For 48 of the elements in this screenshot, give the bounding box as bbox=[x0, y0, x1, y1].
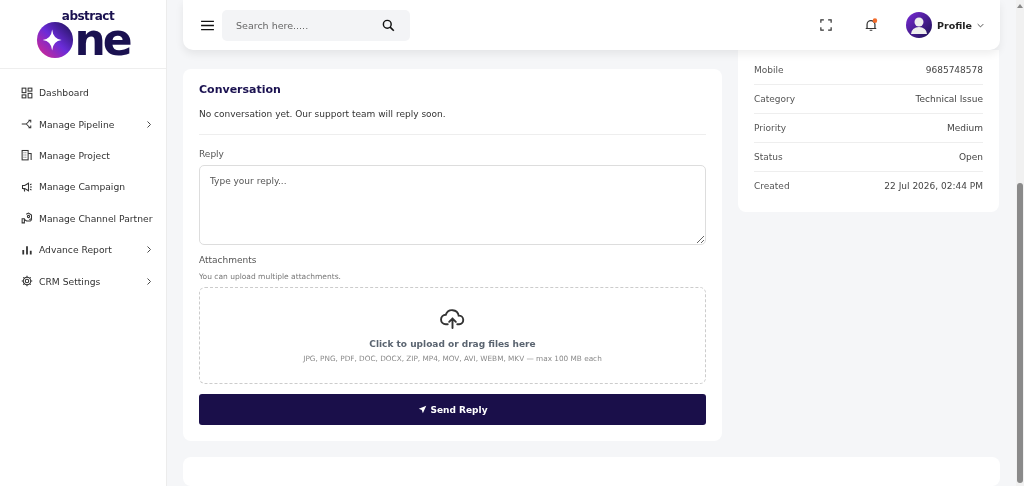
detail-label: Status bbox=[754, 152, 783, 162]
grid-icon bbox=[21, 86, 33, 99]
detail-value: Medium bbox=[947, 123, 983, 133]
settings-icon bbox=[21, 275, 33, 288]
sidebar-item[interactable]: Manage Campaign bbox=[0, 171, 166, 203]
chevron-right-icon bbox=[146, 276, 152, 286]
sidebar-item[interactable]: Manage Channel Partner bbox=[0, 202, 166, 234]
bell-icon[interactable] bbox=[864, 18, 879, 32]
logo-text: ne bbox=[74, 20, 130, 60]
detail-value: 9685748578 bbox=[925, 65, 983, 75]
detail-label: Created bbox=[754, 181, 790, 191]
send-icon bbox=[417, 405, 427, 414]
field-label: Reply bbox=[199, 149, 225, 159]
chevron-right-icon bbox=[146, 245, 152, 255]
cloud-upload-icon bbox=[440, 308, 465, 329]
detail-value: Technical Issue bbox=[915, 94, 983, 104]
upload-title: Click to upload or drag files here bbox=[369, 339, 536, 349]
search-field[interactable]: Search here..... bbox=[222, 9, 410, 41]
field-label: Attachments bbox=[199, 255, 258, 265]
search-icon[interactable] bbox=[382, 18, 395, 32]
fullscreen-icon[interactable] bbox=[820, 19, 833, 31]
scroll-thumb[interactable] bbox=[1017, 183, 1023, 483]
chevron-down-icon bbox=[977, 22, 984, 28]
bar-chart-icon bbox=[21, 243, 33, 256]
sidebar-item[interactable]: Advance Report bbox=[0, 233, 166, 266]
avatar-icon bbox=[906, 12, 933, 38]
building-icon bbox=[21, 149, 33, 162]
send-reply-button[interactable]: Send Reply bbox=[199, 394, 706, 425]
detail-value: 22 Jul 2026, 02:44 PM bbox=[884, 181, 983, 191]
sidebar-item[interactable]: Dashboard bbox=[0, 77, 166, 109]
detail-label: Mobile bbox=[754, 65, 784, 75]
sidebar-item[interactable]: CRM Settings bbox=[0, 265, 166, 297]
profile-menu[interactable]: Profile bbox=[906, 12, 984, 38]
branch-icon bbox=[21, 118, 33, 131]
chevron-right-icon bbox=[146, 119, 152, 129]
empty-message: No conversation yet. Our support team will reply soon. bbox=[199, 109, 447, 119]
scrollbar[interactable] bbox=[1016, 0, 1024, 486]
megaphone-icon bbox=[21, 180, 33, 193]
detail-label: Priority bbox=[754, 123, 787, 133]
reply-field[interactable]: Type your reply... bbox=[199, 165, 706, 245]
sidebar-item[interactable]: Manage Pipeline bbox=[0, 108, 166, 140]
detail-value: Open bbox=[958, 152, 983, 162]
menu-icon[interactable] bbox=[201, 19, 214, 31]
card-title: Conversation bbox=[199, 83, 282, 96]
scroll-up-icon[interactable] bbox=[1017, 4, 1023, 8]
sidebar-item[interactable]: Manage Project bbox=[0, 139, 166, 172]
detail-label: Category bbox=[754, 94, 796, 104]
logo-text: abstract bbox=[61, 10, 115, 22]
